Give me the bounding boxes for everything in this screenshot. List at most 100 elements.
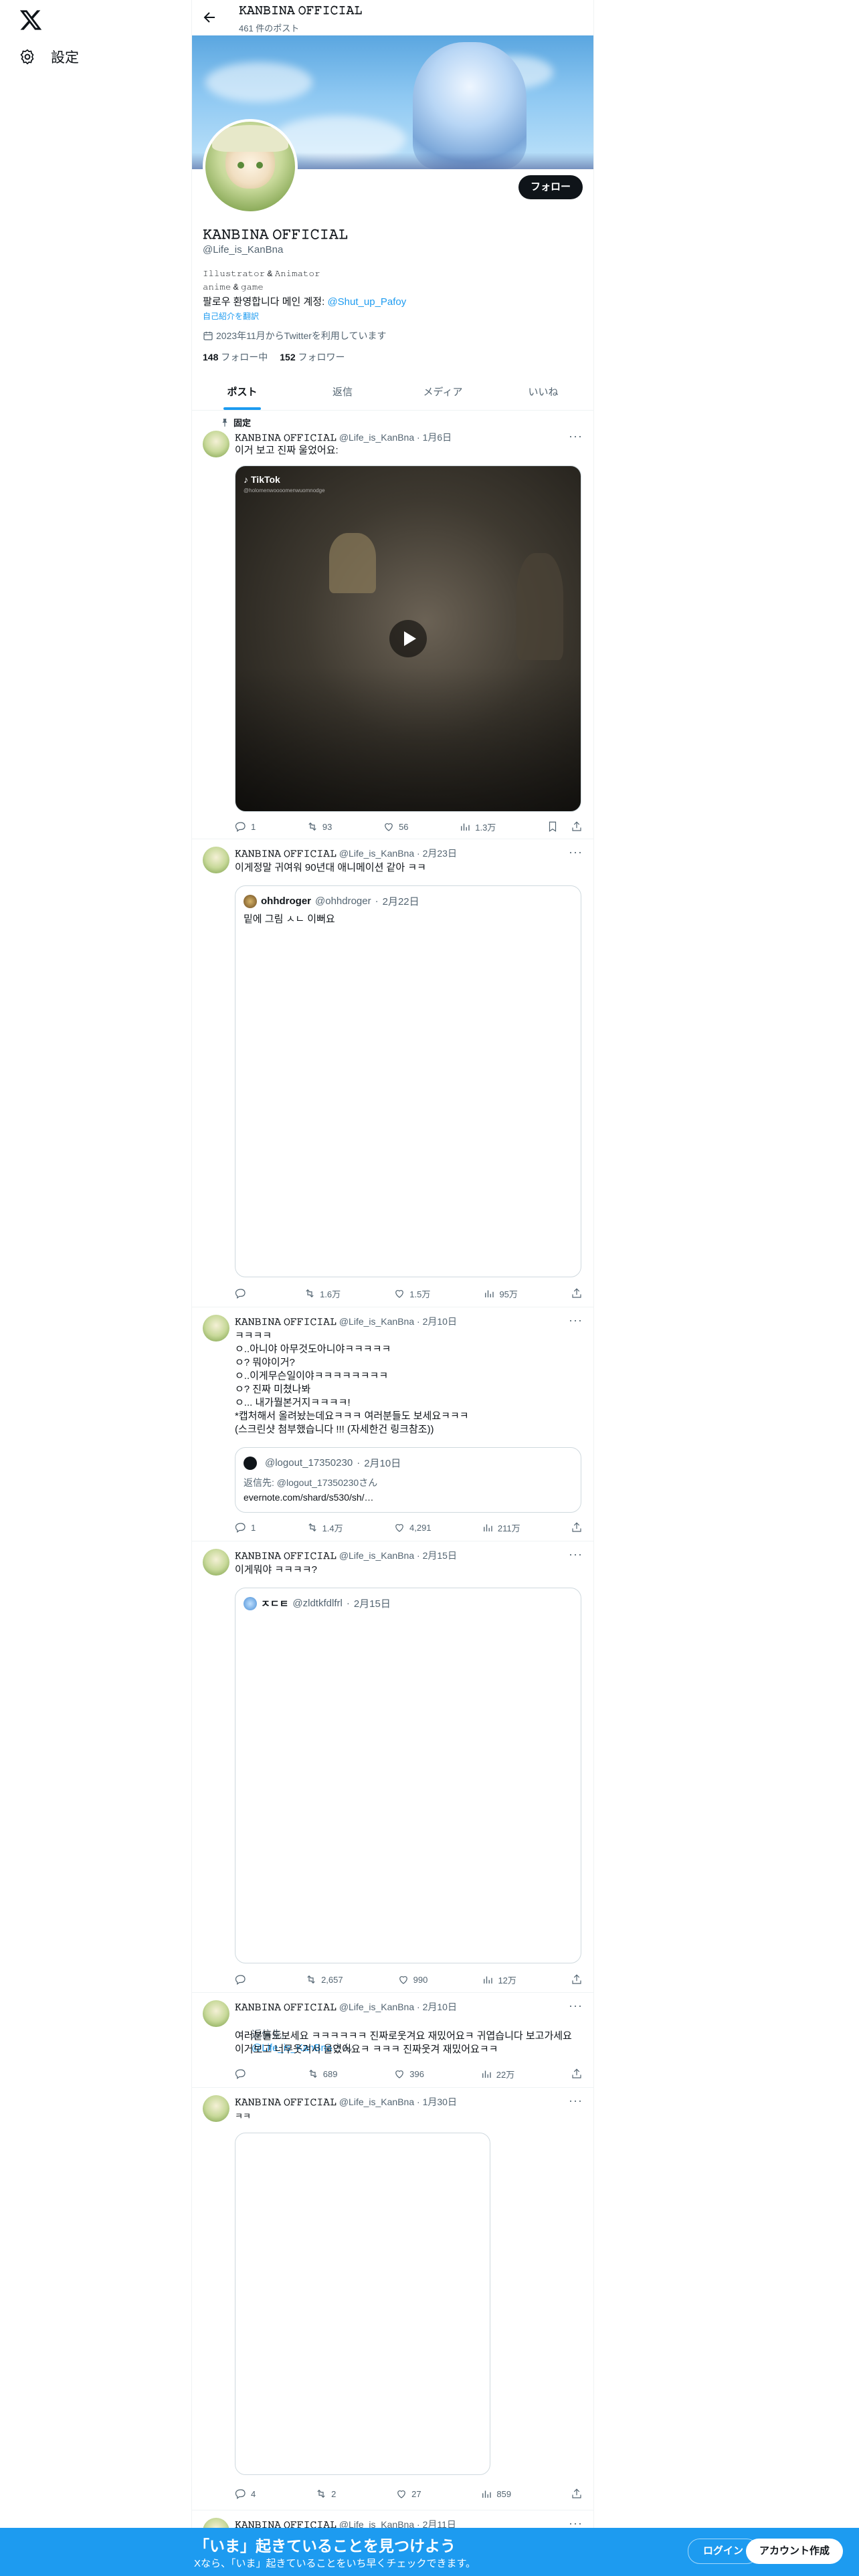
reply-button[interactable]: 1	[235, 821, 256, 833]
bookmark-icon[interactable]	[547, 821, 559, 833]
share-icon[interactable]	[571, 2488, 583, 2500]
post-author-name[interactable]: 𝙺𝙰𝙽𝙱𝙸𝙽𝙰 𝙾𝙵𝙵𝙸𝙲𝙸𝙰𝙻	[235, 848, 337, 859]
back-arrow-icon[interactable]	[201, 9, 217, 25]
views-button[interactable]: 211万	[482, 1521, 520, 1534]
repost-button[interactable]: 1.6万	[304, 1287, 341, 1300]
views-button[interactable]: 1.3万	[459, 821, 496, 833]
quoted-post[interactable]: @logout_17350230 · 2月10日 返信先: @logout_17…	[235, 1447, 581, 1513]
tab-replies[interactable]: 返信	[292, 374, 393, 410]
nav-settings[interactable]: 設定	[19, 47, 79, 67]
post-author-name[interactable]: 𝙺𝙰𝙽𝙱𝙸𝙽𝙰 𝙾𝙵𝙵𝙸𝙲𝙸𝙰𝙻	[235, 2097, 337, 2107]
post-date[interactable]: 2月15日	[423, 1550, 457, 1561]
post-1[interactable]: 固定 𝙺𝙰𝙽𝙱𝙸𝙽𝙰 𝙾𝙵𝙵𝙸𝙲𝙸𝙰𝙻 @Life_is_KanBna · 1月…	[192, 411, 593, 839]
more-icon[interactable]: ···	[569, 1999, 583, 2013]
post-5[interactable]: 𝙺𝙰𝙽𝙱𝙸𝙽𝙰 𝙾𝙵𝙵𝙸𝙲𝙸𝙰𝙻 @Life_is_KanBna · 2月10日…	[192, 1992, 593, 2088]
share-icon[interactable]	[571, 1287, 583, 1299]
avatar[interactable]	[203, 2000, 229, 2027]
post-author-handle[interactable]: @Life_is_KanBna	[339, 2002, 414, 2012]
post-header: 𝙺𝙰𝙽𝙱𝙸𝙽𝙰 𝙾𝙵𝙵𝙸𝙲𝙸𝙰𝙻 @Life_is_KanBna · 2月15日	[235, 1550, 457, 1561]
post-author-name[interactable]: 𝙺𝙰𝙽𝙱𝙸𝙽𝙰 𝙾𝙵𝙵𝙸𝙲𝙸𝙰𝙻	[235, 432, 337, 443]
like-count: 4,291	[409, 1522, 432, 1533]
post-author-name[interactable]: 𝙺𝙰𝙽𝙱𝙸𝙽𝙰 𝙾𝙵𝙵𝙸𝙲𝙸𝙰𝙻	[235, 1550, 337, 1561]
post-image[interactable]	[235, 2133, 490, 2475]
signup-button[interactable]: アカウント作成	[745, 2539, 843, 2564]
post-header: 𝙺𝙰𝙽𝙱𝙸𝙽𝙰 𝙾𝙵𝙵𝙸𝙲𝙸𝙰𝙻 @Life_is_KanBna · 2月23日	[235, 848, 457, 859]
post-6[interactable]: 𝙺𝙰𝙽𝙱𝙸𝙽𝙰 𝙾𝙵𝙵𝙸𝙲𝙸𝙰𝙻 @Life_is_KanBna · 1月30日…	[192, 2087, 593, 2510]
following-count: 148	[203, 352, 219, 362]
views-button[interactable]: 859	[480, 2488, 511, 2500]
views-icon	[461, 823, 470, 831]
avatar[interactable]	[203, 2095, 229, 2122]
avatar[interactable]	[203, 431, 229, 457]
profile-avatar[interactable]	[203, 119, 298, 214]
x-logo-icon[interactable]	[19, 8, 43, 32]
post-author-name[interactable]: 𝙺𝙰𝙽𝙱𝙸𝙽𝙰 𝙾𝙵𝙵𝙸𝙲𝙸𝙰𝙻	[235, 1316, 337, 1327]
post-author-handle[interactable]: @Life_is_KanBna	[339, 2097, 414, 2107]
follow-stats: 148 フォロー中 152 フォロワー	[203, 350, 345, 364]
bio-mention-link[interactable]: @Shut_up_Pafoy	[327, 296, 406, 308]
more-icon[interactable]: ···	[569, 845, 583, 859]
share-icon[interactable]	[571, 1973, 583, 1985]
post-author-handle[interactable]: @Life_is_KanBna	[339, 1550, 414, 1561]
more-icon[interactable]: ···	[569, 2094, 583, 2108]
reply-icon	[235, 1289, 246, 1299]
more-icon[interactable]: ···	[569, 1313, 583, 1327]
quoted-post[interactable]: ㅈㄷㅌ @zldtkfdlfrl · 2月15日	[235, 1588, 581, 1963]
more-icon[interactable]: ···	[569, 1547, 583, 1562]
play-button[interactable]	[389, 620, 427, 657]
translate-bio-link[interactable]: 自己紹介を翻訳	[203, 310, 259, 322]
share-icon[interactable]	[571, 821, 583, 833]
post-date[interactable]: 2月10日	[423, 1316, 457, 1327]
views-button[interactable]: 22万	[480, 2068, 514, 2080]
avatar[interactable]	[203, 1549, 229, 1576]
post-author-handle[interactable]: @Life_is_KanBna	[339, 432, 414, 443]
follow-button[interactable]: フォロー	[518, 175, 583, 199]
post-3[interactable]: 𝙺𝙰𝙽𝙱𝙸𝙽𝙰 𝙾𝙵𝙵𝙸𝙲𝙸𝙰𝙻 @Life_is_KanBna · 2月10日…	[192, 1307, 593, 1541]
heart-icon	[395, 2070, 404, 2078]
views-button[interactable]: 95万	[483, 1287, 518, 1300]
post-date[interactable]: 2月10日	[423, 2002, 457, 2012]
reply-button[interactable]	[235, 1973, 251, 1985]
like-button[interactable]: 1.5万	[393, 1287, 430, 1300]
like-button[interactable]: 990	[397, 1973, 427, 1985]
post-date[interactable]: 1月6日	[423, 432, 452, 443]
bio-line-2: 𝚊𝚗𝚒𝚖𝚎 & 𝚐𝚊𝚖𝚎	[203, 282, 264, 292]
like-button[interactable]: 27	[395, 2488, 421, 2500]
post-author-handle[interactable]: @Life_is_KanBna	[339, 1316, 414, 1327]
avatar[interactable]	[203, 847, 229, 873]
repost-count: 2	[331, 2488, 337, 2499]
repost-button[interactable]: 2	[315, 2488, 336, 2500]
post-4[interactable]: 𝙺𝙰𝙽𝙱𝙸𝙽𝙰 𝙾𝙵𝙵𝙸𝙲𝙸𝙰𝙻 @Life_is_KanBna · 2月15日…	[192, 1541, 593, 1993]
post-video[interactable]: ♪ TikTok @holomenwoooomenwuomnodge	[235, 465, 581, 812]
tab-posts[interactable]: ポスト	[192, 374, 292, 410]
reply-button[interactable]: 1	[235, 1521, 256, 1533]
repost-button[interactable]: 1.4万	[306, 1521, 343, 1534]
post-author-handle[interactable]: @Life_is_KanBna	[339, 848, 414, 859]
reply-button[interactable]	[235, 2068, 251, 2080]
reply-button[interactable]	[235, 1287, 251, 1299]
avatar[interactable]	[203, 1315, 229, 1341]
post-date[interactable]: 2月23日	[423, 848, 457, 859]
share-icon[interactable]	[571, 1521, 583, 1533]
more-icon[interactable]: ···	[569, 429, 583, 443]
profile-handle: @Life_is_KanBna	[203, 244, 284, 255]
repost-button[interactable]: 689	[307, 2068, 337, 2080]
like-button[interactable]: 56	[383, 821, 409, 833]
like-button[interactable]: 396	[393, 2068, 424, 2080]
views-button[interactable]: 12万	[482, 1973, 516, 1986]
repost-button[interactable]: 93	[306, 821, 332, 833]
reply-button[interactable]: 4	[235, 2488, 256, 2500]
share-icon[interactable]	[571, 2068, 583, 2080]
tab-media[interactable]: メディア	[393, 374, 493, 410]
tab-likes[interactable]: いいね	[493, 374, 593, 410]
post-author-name[interactable]: 𝙺𝙰𝙽𝙱𝙸𝙽𝙰 𝙾𝙵𝙵𝙸𝙲𝙸𝙰𝙻	[235, 2002, 337, 2012]
quoted-post[interactable]: ohhdroger @ohhdroger · 2月22日 밑에 그림 ㅅㄴ 이뻐…	[235, 885, 581, 1277]
repost-button[interactable]: 2,657	[305, 1973, 343, 1985]
post-2[interactable]: 𝙺𝙰𝙽𝙱𝙸𝙽𝙰 𝙾𝙵𝙵𝙸𝙲𝙸𝙰𝙻 @Life_is_KanBna · 2月23日…	[192, 839, 593, 1307]
views-count: 12万	[498, 1975, 516, 1985]
followers-link[interactable]: 152 フォロワー	[280, 350, 345, 364]
following-link[interactable]: 148 フォロー中	[203, 350, 268, 364]
like-button[interactable]: 4,291	[393, 1521, 432, 1533]
post-text: 이게뭐야 ㅋㅋㅋㅋ?	[235, 1564, 317, 1576]
post-date[interactable]: 1月30日	[423, 2097, 457, 2107]
